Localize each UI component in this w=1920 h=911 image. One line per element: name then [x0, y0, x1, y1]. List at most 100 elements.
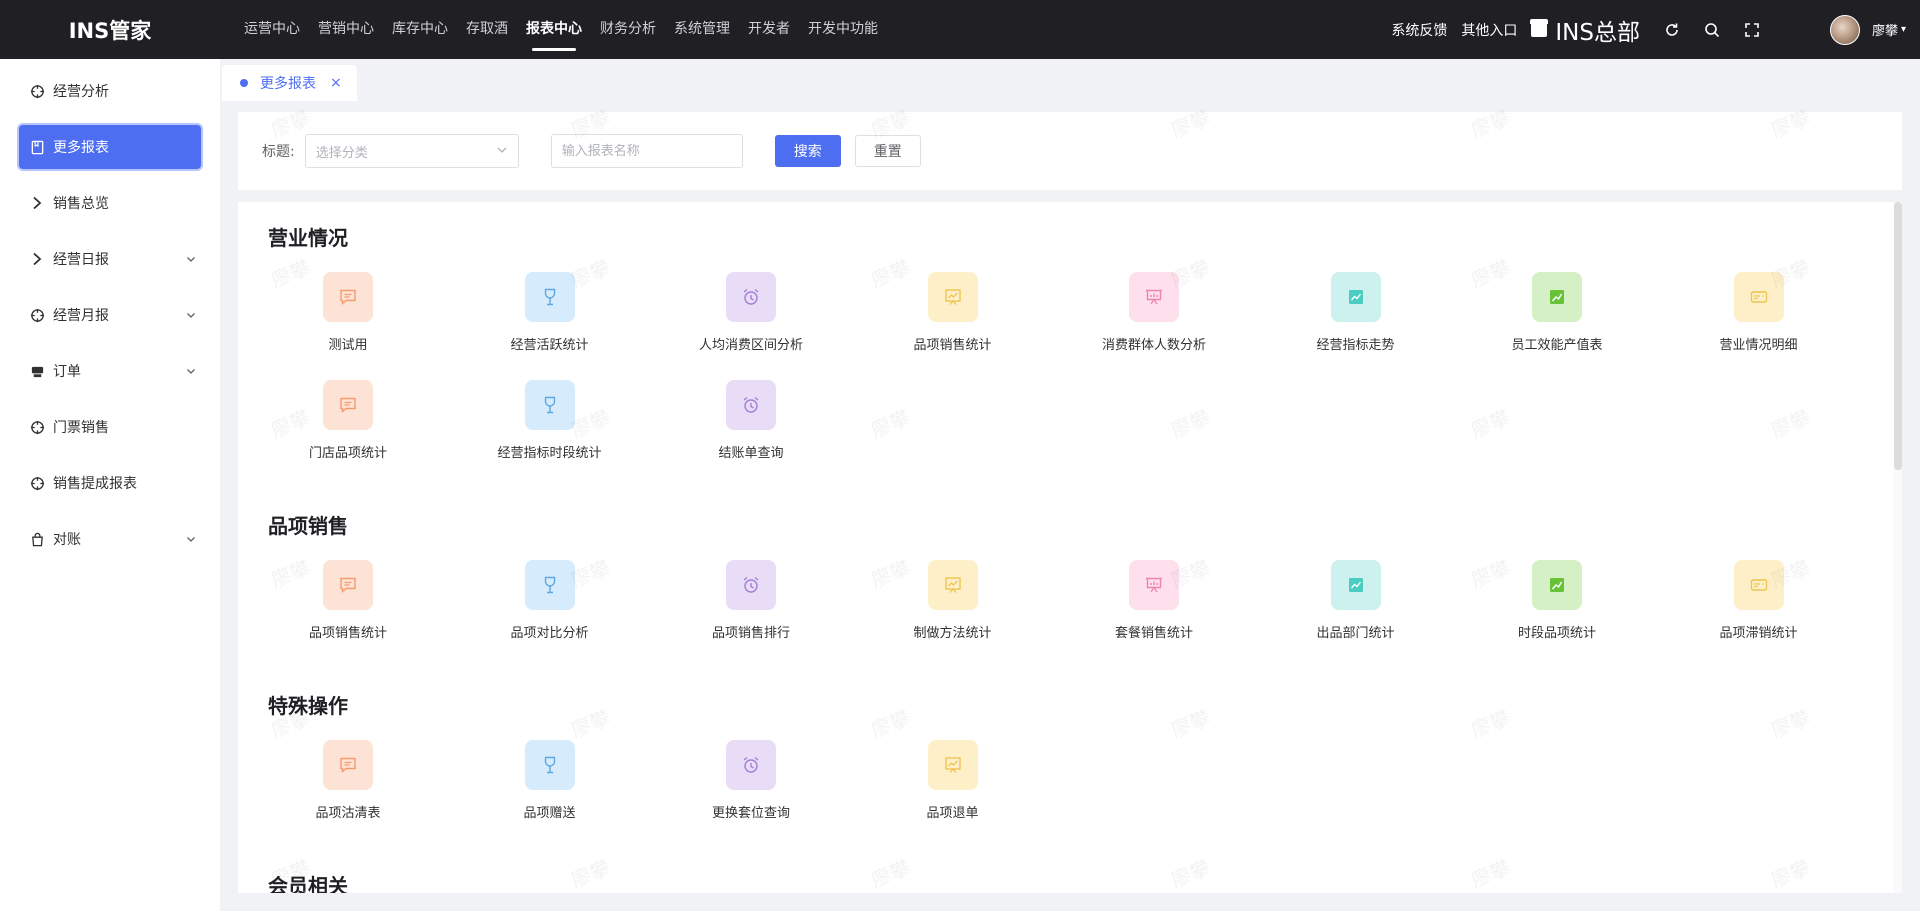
report-card[interactable]: 套餐销售统计	[1074, 560, 1234, 641]
report-card[interactable]: 员工效能产值表	[1477, 272, 1637, 353]
sidebar-item[interactable]: 订单	[19, 349, 201, 393]
message-icon	[323, 740, 373, 790]
report-card[interactable]: 品项赠送	[470, 740, 630, 821]
top-right-tools: 系统反馈 其他入口 INS总部 廖攀 ▾	[1391, 0, 1920, 59]
sidebar-item-label: 门票销售	[53, 420, 109, 436]
sidebar: 经营分析更多报表销售总览经营日报经营月报订单门票销售销售提成报表 对账	[0, 59, 220, 911]
search-button[interactable]: 搜索	[774, 135, 841, 167]
report-card[interactable]: 制做方法统计	[873, 560, 1033, 641]
report-card[interactable]: 经营指标走势	[1276, 272, 1436, 353]
bag-icon	[27, 532, 47, 547]
alarm-clock-icon	[726, 380, 776, 430]
card-icon	[1733, 272, 1784, 322]
report-name: 时段品项统计	[1517, 626, 1596, 641]
report-card[interactable]: 经营指标时段统计	[470, 380, 630, 461]
top-nav-item[interactable]: 库存中心	[392, 0, 448, 59]
report-name: 经营指标时段统计	[497, 446, 602, 461]
report-name-input[interactable]	[550, 134, 743, 168]
report-card[interactable]: 经营活跃统计	[470, 272, 630, 353]
shop-icon	[1530, 18, 1549, 37]
report-card[interactable]: 品项销售统计	[873, 272, 1033, 353]
sidebar-item-label: 经营分析	[53, 84, 109, 100]
trend-chart-icon	[1330, 272, 1381, 322]
book-icon	[27, 140, 47, 155]
close-icon[interactable]: ×	[330, 75, 342, 91]
sidebar-item-label: 销售总览	[53, 196, 109, 212]
top-nav-item[interactable]: 报表中心	[526, 0, 582, 59]
alarm-clock-icon	[726, 560, 776, 610]
tab-more-reports[interactable]: 更多报表 ×	[222, 65, 357, 101]
sidebar-item[interactable]: 经营月报	[19, 293, 201, 337]
report-card[interactable]: 消费群体人数分析	[1074, 272, 1234, 353]
tab-active-dot	[240, 79, 248, 87]
report-name: 品项赠送	[523, 806, 576, 821]
sidebar-item[interactable]: 更多报表	[19, 125, 201, 169]
other-entry-link[interactable]: 其他入口	[1461, 20, 1517, 40]
sidebar-item-label: 订单	[53, 364, 81, 380]
sidebar-item[interactable]: 销售提成报表	[19, 461, 201, 505]
scrollbar-thumb[interactable]	[1894, 202, 1902, 470]
wine-glass-icon	[524, 380, 575, 430]
report-name: 门店品项统计	[308, 446, 387, 461]
message-icon	[323, 560, 373, 610]
report-card[interactable]: 品项销售排行	[671, 560, 831, 641]
shop-name[interactable]: INS总部	[1555, 13, 1640, 47]
user-name[interactable]: 廖攀	[1872, 20, 1898, 39]
report-card[interactable]: 门店品项统计	[268, 380, 428, 461]
top-nav-item[interactable]: 开发中功能	[808, 0, 878, 59]
top-nav-item[interactable]: 开发者	[748, 0, 790, 59]
crosshair-icon	[27, 308, 47, 323]
report-card[interactable]: 品项滞销统计	[1679, 560, 1839, 641]
sidebar-item[interactable]: 经营日报	[19, 237, 201, 281]
report-card[interactable]: 结账单查询	[671, 380, 831, 461]
chevron-down-icon[interactable]: ▾	[1901, 24, 1906, 35]
sidebar-item[interactable]: 经营分析	[19, 69, 201, 113]
report-name: 更换套位查询	[711, 806, 790, 821]
report-card[interactable]: 人均消费区间分析	[671, 272, 831, 353]
report-card[interactable]: 出品部门统计	[1276, 560, 1436, 641]
alarm-clock-icon	[726, 740, 776, 790]
wine-glass-icon	[524, 740, 575, 790]
reset-button[interactable]: 重置	[854, 135, 921, 167]
refresh-icon[interactable]	[1663, 21, 1681, 39]
fullscreen-icon[interactable]	[1743, 21, 1761, 39]
growth-chart-icon	[1532, 272, 1582, 322]
report-name: 营业情况明细	[1719, 338, 1798, 353]
growth-chart-icon	[1532, 560, 1582, 610]
report-card[interactable]: 营业情况明细	[1679, 272, 1839, 353]
category-select[interactable]: 选择分类	[304, 134, 519, 168]
chart-board-icon	[927, 740, 978, 790]
sidebar-item[interactable]: 对账	[19, 517, 201, 561]
report-catalog: 营业情况 测试用 经营活跃统计 人均消费区间分析 品项销售统计 消费群体人数分析 经营指标走…	[238, 202, 1902, 893]
report-card[interactable]: 测试用	[268, 272, 428, 353]
sidebar-item[interactable]: 门票销售	[19, 405, 201, 449]
report-card[interactable]: 品项对比分析	[470, 560, 630, 641]
feedback-link[interactable]: 系统反馈	[1391, 20, 1447, 40]
wine-glass-icon	[524, 560, 575, 610]
top-nav-item[interactable]: 运营中心	[244, 0, 300, 59]
top-nav-item[interactable]: 营销中心	[318, 0, 374, 59]
top-bar: INS管家 运营中心 营销中心 库存中心 存取酒 报表中心 财务分析 系统管理 开发者 开发中功…	[0, 0, 1920, 59]
report-name: 品项退单	[926, 806, 979, 821]
presentation-icon	[1129, 560, 1179, 610]
category-placeholder: 选择分类	[315, 145, 368, 161]
wine-glass-icon	[524, 272, 575, 322]
message-icon	[323, 380, 373, 430]
top-nav-item[interactable]: 财务分析	[600, 0, 656, 59]
top-nav-item[interactable]: 系统管理	[674, 0, 730, 59]
report-card[interactable]: 更换套位查询	[671, 740, 831, 821]
report-name: 品项销售统计	[308, 626, 387, 641]
section-title: 特殊操作	[268, 694, 348, 718]
chevron-right-icon	[27, 196, 47, 210]
report-card[interactable]: 品项沽清表	[268, 740, 428, 821]
avatar[interactable]	[1829, 14, 1860, 45]
report-name: 人均消费区间分析	[698, 338, 803, 353]
sidebar-item[interactable]: 销售总览	[19, 181, 201, 225]
report-card[interactable]: 品项退单	[873, 740, 1033, 821]
search-icon[interactable]	[1703, 21, 1721, 39]
top-nav-item[interactable]: 存取酒	[466, 0, 508, 59]
report-card[interactable]: 品项销售统计	[268, 560, 428, 641]
chart-board-icon	[927, 272, 978, 322]
report-card[interactable]: 时段品项统计	[1477, 560, 1637, 641]
card-icon	[1733, 560, 1784, 610]
